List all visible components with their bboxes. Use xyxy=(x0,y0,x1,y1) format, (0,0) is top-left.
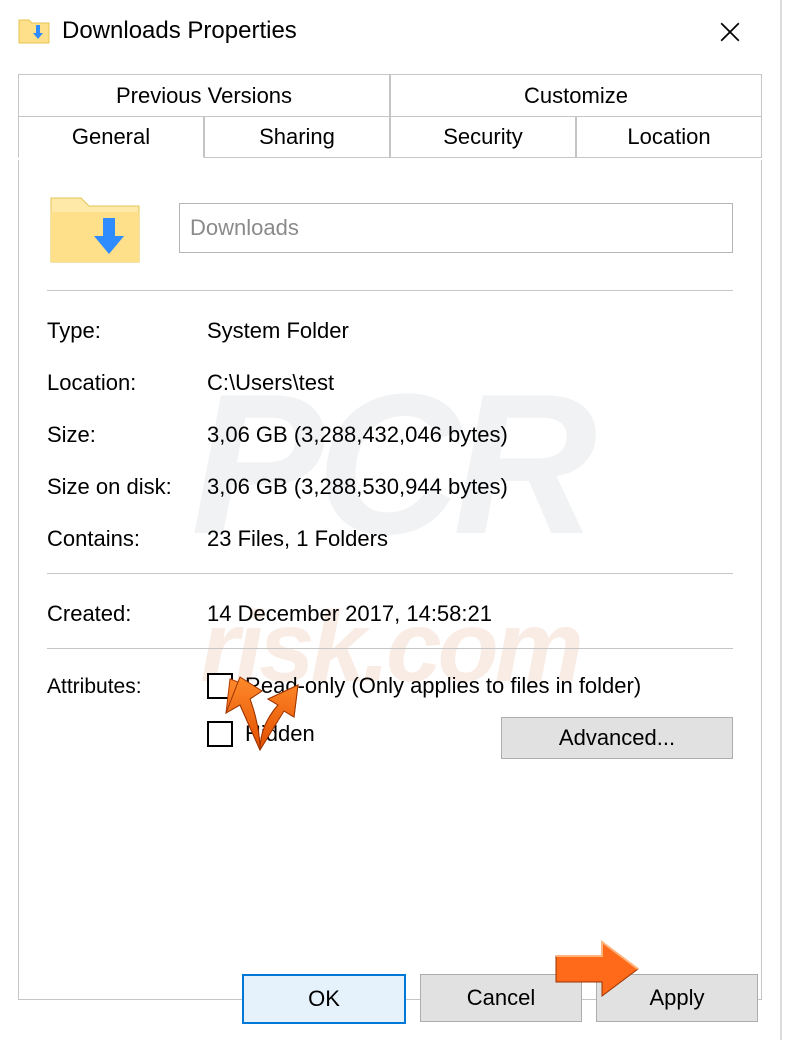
created-value: 14 December 2017, 14:58:21 xyxy=(207,601,492,627)
advanced-button[interactable]: Advanced... xyxy=(501,717,733,759)
type-value: System Folder xyxy=(207,318,349,344)
sizeondisk-value: 3,06 GB (3,288,530,944 bytes) xyxy=(207,474,508,500)
tab-location[interactable]: Location xyxy=(576,116,762,158)
advanced-button-label: Advanced... xyxy=(559,725,675,751)
close-button[interactable] xyxy=(708,10,752,54)
properties-dialog: PCR risk.com Downloads Properties Previo… xyxy=(0,0,782,1040)
folder-name-value: Downloads xyxy=(190,215,299,241)
tab-general[interactable]: General xyxy=(18,116,204,158)
separator xyxy=(47,290,733,291)
folder-name-input[interactable]: Downloads xyxy=(179,203,733,253)
apply-button[interactable]: Apply xyxy=(596,974,758,1022)
apply-button-label: Apply xyxy=(649,985,704,1011)
separator xyxy=(47,648,733,649)
ok-button[interactable]: OK xyxy=(242,974,406,1024)
window-title: Downloads Properties xyxy=(62,17,297,45)
readonly-label: Read-only (Only applies to files in fold… xyxy=(245,673,641,699)
sizeondisk-label: Size on disk: xyxy=(47,474,207,500)
tab-previous-versions[interactable]: Previous Versions xyxy=(18,74,390,116)
tab-customize[interactable]: Customize xyxy=(390,74,762,116)
folder-large-icon xyxy=(47,188,143,268)
general-panel: Downloads Type: System Folder Location: … xyxy=(18,160,762,1000)
dialog-button-bar: OK Cancel Apply xyxy=(0,974,780,1024)
readonly-checkbox[interactable] xyxy=(207,673,233,699)
tab-strip: Previous Versions Customize General Shar… xyxy=(18,74,762,160)
size-value: 3,06 GB (3,288,432,046 bytes) xyxy=(207,422,508,448)
location-label: Location: xyxy=(47,370,207,396)
location-value: C:\Users\test xyxy=(207,370,334,396)
hidden-checkbox[interactable] xyxy=(207,721,233,747)
size-label: Size: xyxy=(47,422,207,448)
ok-button-label: OK xyxy=(308,986,340,1012)
contains-value: 23 Files, 1 Folders xyxy=(207,526,388,552)
separator xyxy=(47,573,733,574)
tab-security[interactable]: Security xyxy=(390,116,576,158)
cancel-button[interactable]: Cancel xyxy=(420,974,582,1022)
attributes-label: Attributes: xyxy=(47,673,207,699)
type-label: Type: xyxy=(47,318,207,344)
folder-download-icon xyxy=(18,16,50,46)
created-label: Created: xyxy=(47,601,207,627)
hidden-label: Hidden xyxy=(245,721,315,747)
tab-sharing[interactable]: Sharing xyxy=(204,116,390,158)
cancel-button-label: Cancel xyxy=(467,985,535,1011)
titlebar: Downloads Properties xyxy=(0,0,780,62)
contains-label: Contains: xyxy=(47,526,207,552)
close-icon xyxy=(719,21,741,43)
